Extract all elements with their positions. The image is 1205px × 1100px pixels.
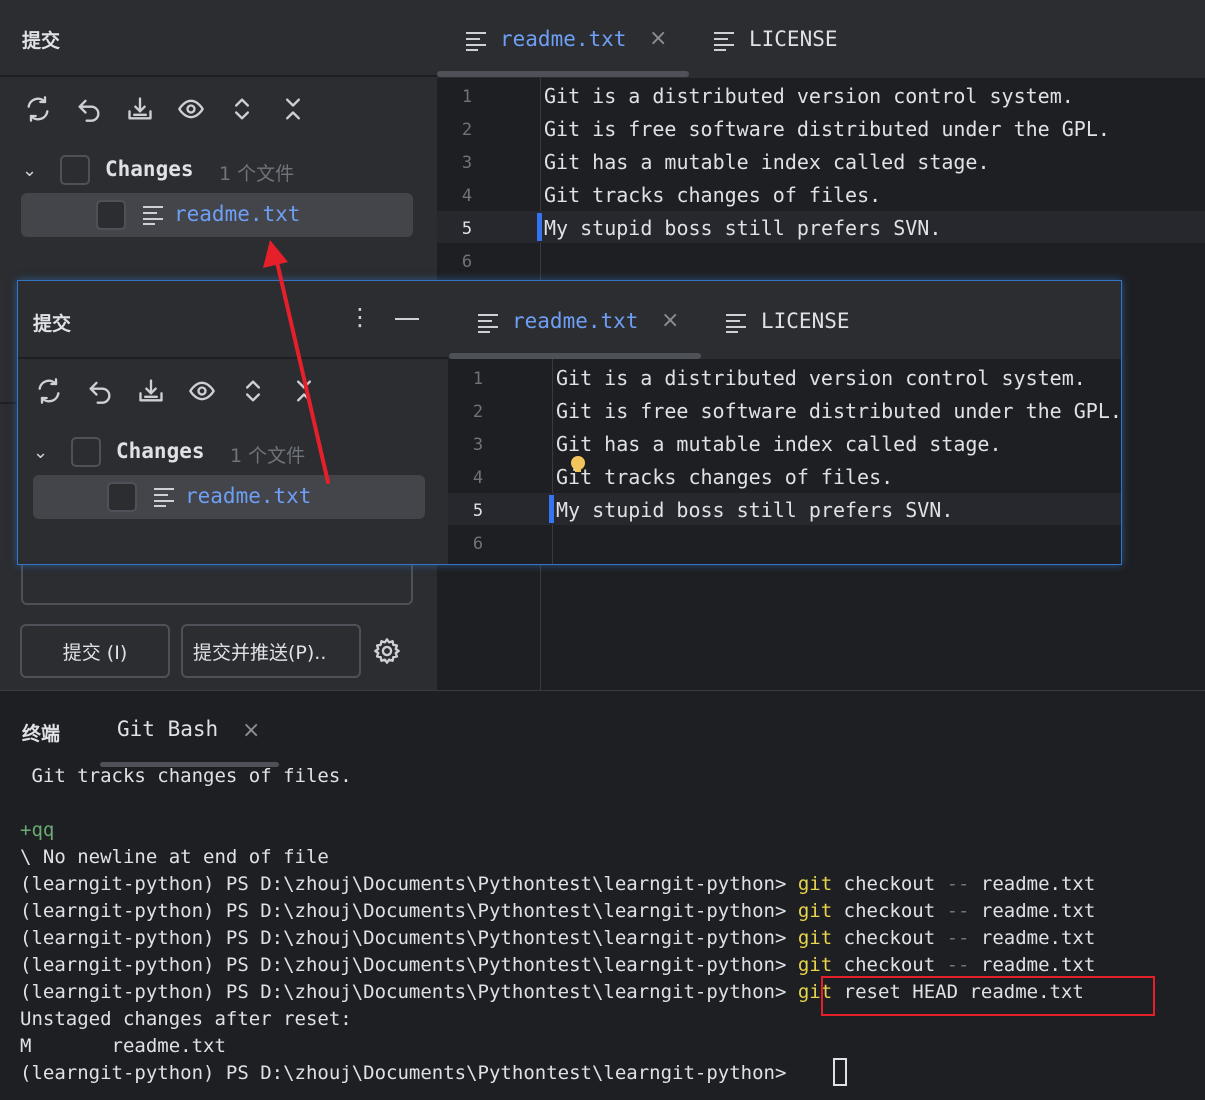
- close-icon[interactable]: ×: [242, 718, 260, 743]
- terminal-line: (learngit-python) PS D:\zhouj\Documents\…: [20, 954, 1096, 976]
- terminal-line: Git tracks changes of files.: [20, 765, 352, 787]
- highlight-box: [821, 976, 1155, 1016]
- terminal-line: (learngit-python) PS D:\zhouj\Documents\…: [20, 927, 1096, 949]
- terminal-prompt[interactable]: (learngit-python) PS D:\zhouj\Documents\…: [20, 1062, 798, 1084]
- tab-git-bash[interactable]: Git Bash: [117, 717, 218, 741]
- terminal-title: 终端: [22, 723, 61, 745]
- terminal-line: M readme.txt: [20, 1035, 226, 1057]
- terminal-line: (learngit-python) PS D:\zhouj\Documents\…: [20, 873, 1096, 895]
- terminal-line: \ No newline at end of file: [20, 846, 329, 868]
- terminal-cursor: [833, 1058, 847, 1086]
- terminal-line: Unstaged changes after reset:: [20, 1008, 352, 1030]
- terminal-line: +qq: [20, 819, 55, 841]
- terminal-line: (learngit-python) PS D:\zhouj\Documents\…: [20, 900, 1096, 922]
- terminal-panel: 终端 Git Bash × Git tracks changes of file…: [0, 690, 1205, 1100]
